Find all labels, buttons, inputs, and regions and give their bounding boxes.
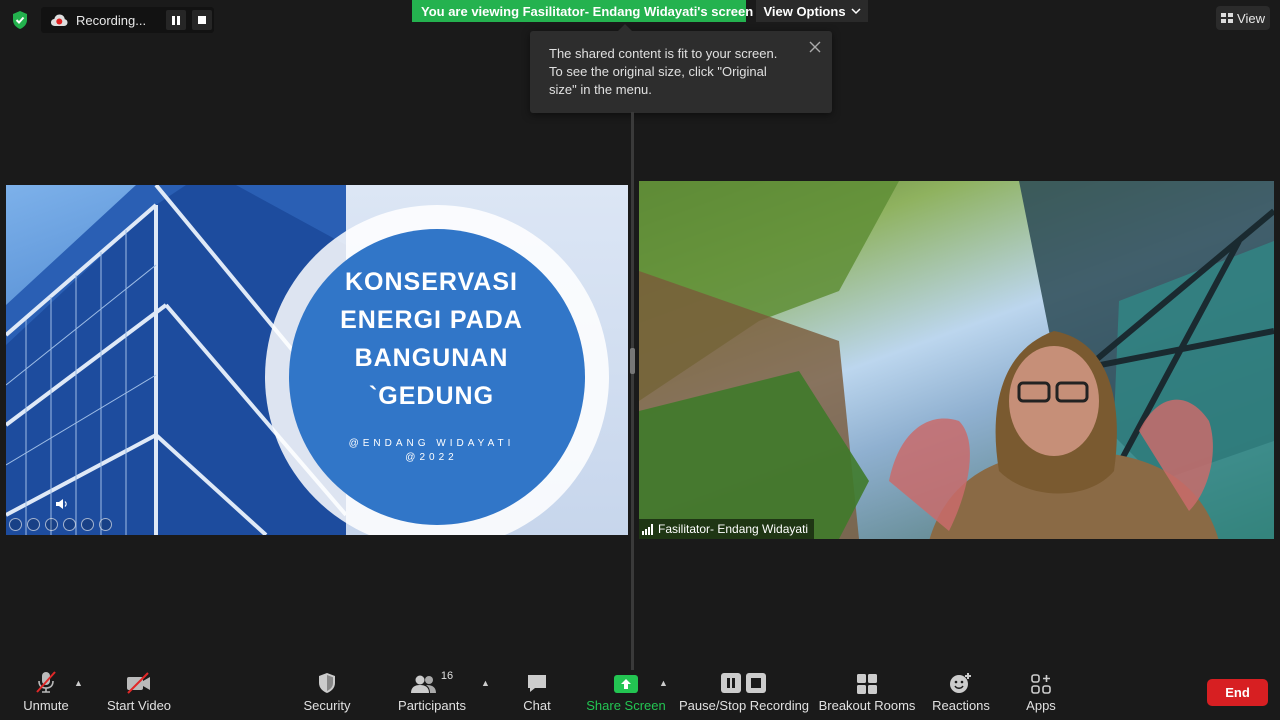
- end-label: End: [1225, 685, 1250, 700]
- chat-label: Chat: [523, 698, 551, 713]
- start-video-label: Start Video: [106, 698, 172, 713]
- start-video-button[interactable]: Start Video: [106, 668, 172, 713]
- security-label: Security: [303, 698, 351, 713]
- chat-button[interactable]: Chat: [518, 668, 556, 713]
- unmute-button[interactable]: Unmute: [22, 668, 70, 713]
- view-options-label: View Options: [763, 3, 846, 19]
- pause-icon: [172, 15, 180, 25]
- pause-stop-recording-icon: [721, 673, 766, 693]
- slide-author: @ENDANG WIDAYATI @2022: [329, 437, 534, 465]
- audio-speaker-icon[interactable]: [55, 497, 69, 511]
- apps-icon: [1031, 674, 1051, 694]
- fit-to-screen-tooltip: The shared content is fit to your screen…: [530, 24, 832, 113]
- recording-indicator: Recording...: [41, 7, 214, 33]
- participants-icon: [410, 675, 436, 693]
- close-icon[interactable]: [808, 40, 822, 54]
- participant-video: Fasilitator- Endang Widayati: [639, 181, 1274, 539]
- reactions-smiley-icon: [950, 673, 971, 693]
- slide-title: KONSERVASI ENERGI PADA BANGUNAN `GEDUNG: [329, 263, 534, 415]
- view-label: View: [1237, 10, 1265, 26]
- tooltip-text: The shared content is fit to your screen…: [549, 46, 778, 97]
- split-divider[interactable]: [631, 112, 634, 670]
- reactions-label: Reactions: [932, 698, 990, 713]
- zoom-icon[interactable]: [81, 518, 94, 531]
- share-screen-label: Share Screen: [586, 698, 666, 713]
- share-options-caret-icon[interactable]: ▲: [659, 678, 668, 688]
- participant-name: Fasilitator- Endang Widayati: [658, 522, 809, 536]
- share-screen-button[interactable]: Share Screen: [586, 668, 666, 713]
- slides-icon[interactable]: [63, 518, 76, 531]
- breakout-rooms-label: Breakout Rooms: [818, 698, 916, 713]
- slide-author-line: @2022: [405, 452, 458, 463]
- breakout-rooms-icon: [857, 674, 877, 694]
- video-off-icon: [127, 672, 150, 694]
- participants-options-caret-icon[interactable]: ▲: [481, 678, 490, 688]
- encryption-shield-icon[interactable]: [9, 9, 31, 31]
- slide-author-line: @ENDANG WIDAYATI: [348, 438, 515, 449]
- view-options-button[interactable]: View Options: [756, 0, 868, 22]
- stop-recording-button[interactable]: [192, 10, 212, 30]
- previous-slide-icon[interactable]: [9, 518, 22, 531]
- pause-stop-recording-button[interactable]: Pause/Stop Recording: [679, 668, 809, 713]
- view-button[interactable]: View: [1216, 6, 1270, 30]
- participants-count: 16: [440, 670, 454, 682]
- slide-title-line: `GEDUNG: [368, 382, 495, 410]
- apps-button[interactable]: Apps: [1022, 668, 1060, 713]
- grid-view-icon: [1221, 12, 1234, 23]
- slide-controls: [9, 518, 112, 531]
- reactions-button[interactable]: Reactions: [932, 668, 990, 713]
- breakout-rooms-button[interactable]: Breakout Rooms: [818, 668, 916, 713]
- participants-label: Participants: [398, 698, 466, 713]
- pause-stop-recording-label: Pause/Stop Recording: [678, 698, 810, 713]
- slide-title-line: BANGUNAN: [354, 344, 509, 372]
- shared-screen: KONSERVASI ENERGI PADA BANGUNAN `GEDUNG …: [6, 185, 628, 535]
- pen-icon[interactable]: [45, 518, 58, 531]
- muted-microphone-icon: [36, 671, 56, 693]
- security-button[interactable]: Security: [303, 668, 351, 713]
- unmute-label: Unmute: [23, 698, 69, 713]
- divider-drag-handle[interactable]: [630, 348, 635, 374]
- viewing-screen-banner: You are viewing Fasilitator- Endang Wida…: [412, 0, 753, 22]
- pause-recording-button[interactable]: [166, 10, 186, 30]
- signal-strength-icon: [642, 523, 653, 535]
- viewing-banner-text: You are viewing Fasilitator- Endang Wida…: [421, 3, 754, 19]
- audio-options-caret-icon[interactable]: ▲: [74, 678, 83, 688]
- participant-name-bar: Fasilitator- Endang Widayati: [639, 519, 815, 539]
- stop-icon: [198, 16, 206, 24]
- next-slide-icon[interactable]: [27, 518, 40, 531]
- recording-label: Recording...: [76, 12, 147, 28]
- cloud-record-icon: [51, 14, 68, 26]
- chevron-down-icon: [851, 8, 861, 15]
- slide-title-line: KONSERVASI: [344, 268, 518, 296]
- slide-title-line: ENERGI PADA: [340, 306, 523, 334]
- end-meeting-button[interactable]: End: [1207, 679, 1268, 706]
- participant-figure: [889, 331, 1219, 539]
- chat-icon: [528, 675, 546, 692]
- more-icon[interactable]: [99, 518, 112, 531]
- security-shield-icon: [319, 673, 335, 693]
- participants-button[interactable]: 16 Participants: [398, 668, 466, 713]
- apps-label: Apps: [1026, 698, 1056, 713]
- share-screen-icon: [614, 675, 638, 693]
